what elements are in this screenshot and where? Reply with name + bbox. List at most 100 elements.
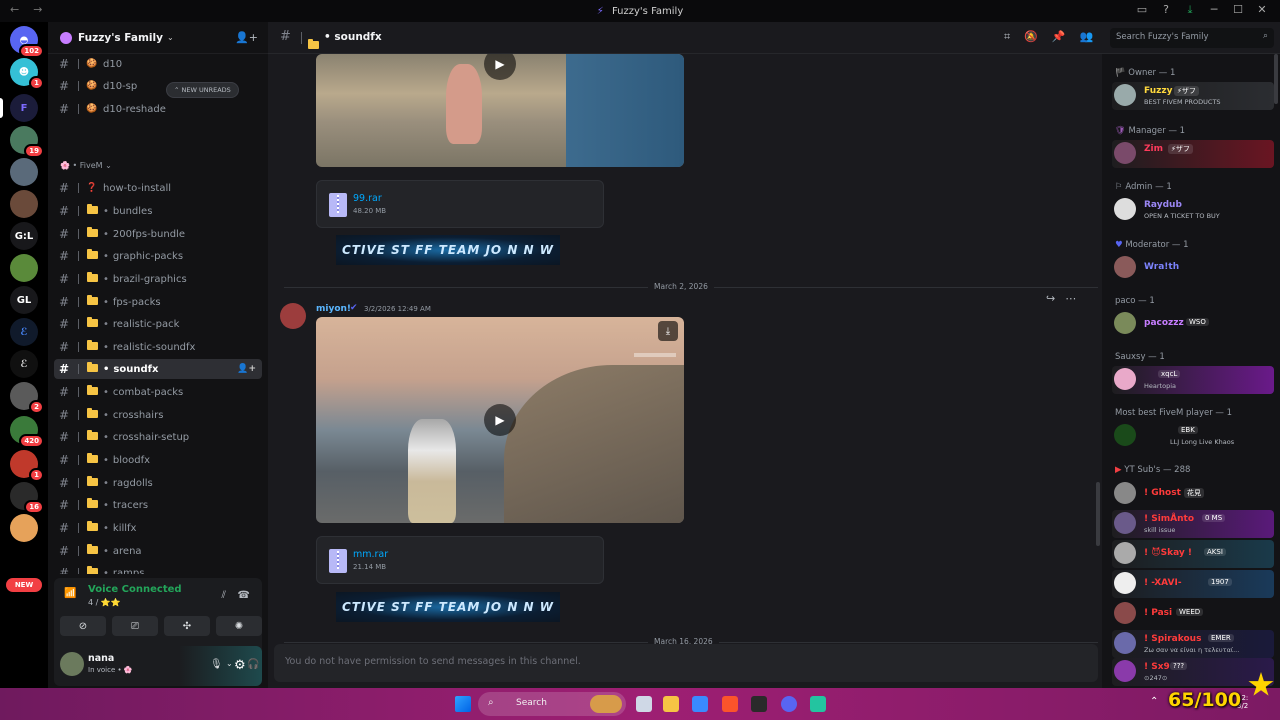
file-explorer-icon[interactable] — [663, 696, 679, 712]
member-row[interactable]: ! Ghost 花見 — [1112, 480, 1274, 508]
server-icon[interactable]: 420 — [10, 416, 44, 448]
discord-icon[interactable] — [781, 696, 797, 712]
channel-arena[interactable]: # • arena — [54, 541, 262, 561]
more-options-icon[interactable]: ⋯ — [1065, 292, 1076, 305]
server-icon[interactable]: 2 — [10, 382, 44, 414]
message-composer[interactable]: You do not have permission to send messa… — [274, 644, 1098, 682]
taskbar-search[interactable]: ⌕ Search — [478, 692, 626, 716]
channel-bloodfx[interactable]: # • bloodfx — [54, 450, 262, 470]
store-icon[interactable] — [692, 696, 708, 712]
activities-button[interactable]: ✣ — [164, 616, 210, 636]
server-icon[interactable] — [10, 254, 38, 282]
server-icon[interactable] — [10, 158, 38, 186]
video-attachment[interactable]: ⤓ ▶ — [316, 317, 684, 523]
channel-crosshair-setup[interactable]: # • crosshair-setup — [54, 427, 262, 447]
channel-killfx[interactable]: # • killfx — [54, 518, 262, 538]
chevron-up-icon[interactable]: ⌃ — [1150, 696, 1158, 707]
server-gl[interactable]: GL — [10, 286, 38, 314]
channel-bundles[interactable]: # • bundles — [54, 201, 262, 221]
avatar[interactable] — [280, 303, 306, 329]
server-icon[interactable]: 19 — [10, 126, 44, 158]
soundboard-button[interactable]: ✺ — [216, 616, 262, 636]
inbox-icon[interactable]: ▭ — [1130, 3, 1154, 17]
task-view-icon[interactable] — [636, 696, 652, 712]
channel-combat-packs[interactable]: # • combat-packs — [54, 382, 262, 402]
noise-suppression-icon[interactable]: ⫽ — [222, 590, 226, 601]
pin-icon[interactable]: 📌 — [1052, 30, 1066, 44]
add-member-icon[interactable]: 👤+ — [237, 364, 256, 374]
server-icon[interactable]: ℰ — [10, 350, 38, 378]
channel-200fps-bundle[interactable]: # • 200fps-bundle — [54, 224, 262, 244]
member-row[interactable]: ! 😈Skay ! AKSI — [1112, 540, 1274, 568]
search-input[interactable]: Search Fuzzy's Family ⌕ — [1110, 28, 1274, 48]
channel-ragdolls[interactable]: # • ragdolls — [54, 473, 262, 493]
member-row[interactable]: xqcL Heartopia — [1112, 366, 1274, 394]
microphone-icon[interactable]: 🎙 — [210, 659, 223, 670]
channel-tracers[interactable]: # • tracers — [54, 495, 262, 515]
server-icon[interactable]: ☻ 1 — [10, 58, 44, 90]
windows-start-icon[interactable] — [455, 696, 471, 712]
channel-ramps[interactable]: # • ramps — [54, 563, 262, 574]
member-row[interactable]: ! Pasi WEED — [1112, 600, 1274, 628]
member-row[interactable]: EBK LLJ Long Live Khaos — [1112, 422, 1274, 450]
server-icon[interactable]: 1 — [10, 450, 44, 482]
download-icon[interactable]: ⤓ — [658, 321, 678, 341]
help-icon[interactable]: ? — [1154, 3, 1178, 17]
file-name[interactable]: 99.rar — [353, 193, 382, 204]
guild-header[interactable]: Fuzzy's Family ⌄ 👤+ — [48, 22, 268, 54]
member-row[interactable]: ! -XAVI- 1907 — [1112, 570, 1274, 598]
screen-share-button[interactable]: ⎚ — [112, 616, 158, 636]
channel-d10[interactable]: # 🍪 d10 — [54, 54, 262, 74]
channel-how-to-install[interactable]: # ❓ how-to-install — [54, 178, 262, 198]
channel-brazil-graphics[interactable]: # • brazil-graphics — [54, 269, 262, 289]
file-attachment[interactable]: mm.rar 21.14 MB — [316, 536, 604, 584]
download-icon[interactable]: ⤓ — [1178, 3, 1202, 17]
brave-browser-icon[interactable] — [722, 696, 738, 712]
channel-fps-packs[interactable]: # • fps-packs — [54, 292, 262, 312]
member-row[interactable]: Wra!th — [1112, 254, 1274, 282]
channel-graphic-packs[interactable]: # • graphic-packs — [54, 246, 262, 266]
new-unreads-pill[interactable]: ⌃ NEW UNREADS — [166, 82, 239, 98]
file-attachment[interactable]: 99.rar 48.20 MB — [316, 180, 604, 228]
channel-soundfx[interactable]: # • soundfx 👤+ — [54, 359, 262, 379]
member-list-icon[interactable]: 👥 — [1080, 30, 1094, 44]
server-icon[interactable]: ℰ — [10, 318, 38, 346]
terminal-icon[interactable] — [751, 696, 767, 712]
file-name[interactable]: mm.rar — [353, 549, 388, 560]
member-row[interactable]: Zim ⚡ザフ — [1112, 140, 1274, 168]
member-row[interactable]: ! SimÅnto 0 MS skill issue — [1112, 510, 1274, 538]
direct-messages-icon[interactable]: ◓ 102 — [10, 26, 44, 58]
avatar[interactable] — [60, 652, 84, 676]
video-attachment[interactable]: ▶ — [316, 54, 684, 167]
camera-off-button[interactable]: ⊘ — [60, 616, 106, 636]
chevron-down-icon[interactable]: ⌄ — [226, 659, 233, 668]
scrollbar[interactable] — [1274, 54, 1278, 104]
play-icon[interactable]: ▶ — [484, 404, 516, 436]
settings-gear-icon[interactable]: ⚙ — [234, 658, 246, 673]
app-icon[interactable] — [810, 696, 826, 712]
headphones-icon[interactable]: 🎧 — [247, 659, 259, 670]
server-gl[interactable]: G:L — [10, 222, 38, 250]
server-icon[interactable] — [10, 514, 38, 542]
member-row[interactable]: Fuzzy ⚡ザフ BEST FIVEM PRODUCTS — [1112, 82, 1274, 110]
member-row[interactable]: pacozzz WSO — [1112, 310, 1274, 338]
notification-mute-icon[interactable]: 🔕 — [1024, 30, 1038, 44]
minimize-button[interactable]: ─ — [1202, 3, 1226, 17]
message-author[interactable]: miyon! — [316, 304, 351, 314]
forward-icon[interactable]: ↪ — [1046, 292, 1055, 305]
server-icon[interactable]: 16 — [10, 482, 44, 514]
member-row[interactable]: ! Spirakous EMER Ζω σαν να είναι η τελευ… — [1112, 630, 1274, 658]
threads-icon[interactable]: ⌗ — [1004, 30, 1010, 44]
channel-realistic-pack[interactable]: # • realistic-pack — [54, 314, 262, 334]
scrollbar[interactable] — [1096, 482, 1100, 546]
maximize-button[interactable]: ☐ — [1226, 3, 1250, 17]
username[interactable]: nana — [88, 653, 114, 664]
invite-people-icon[interactable]: 👤+ — [235, 31, 258, 44]
play-icon[interactable]: ▶ — [484, 54, 516, 80]
channel-crosshairs[interactable]: # • crosshairs — [54, 405, 262, 425]
channel-d10-reshade[interactable]: # 🍪 d10-reshade — [54, 99, 262, 119]
disconnect-icon[interactable]: ☎ — [238, 590, 250, 601]
close-button[interactable]: ✕ — [1250, 3, 1274, 17]
server-icon[interactable] — [10, 190, 38, 218]
voice-channel-name[interactable]: 4 / ⭐⭐ — [88, 598, 121, 607]
